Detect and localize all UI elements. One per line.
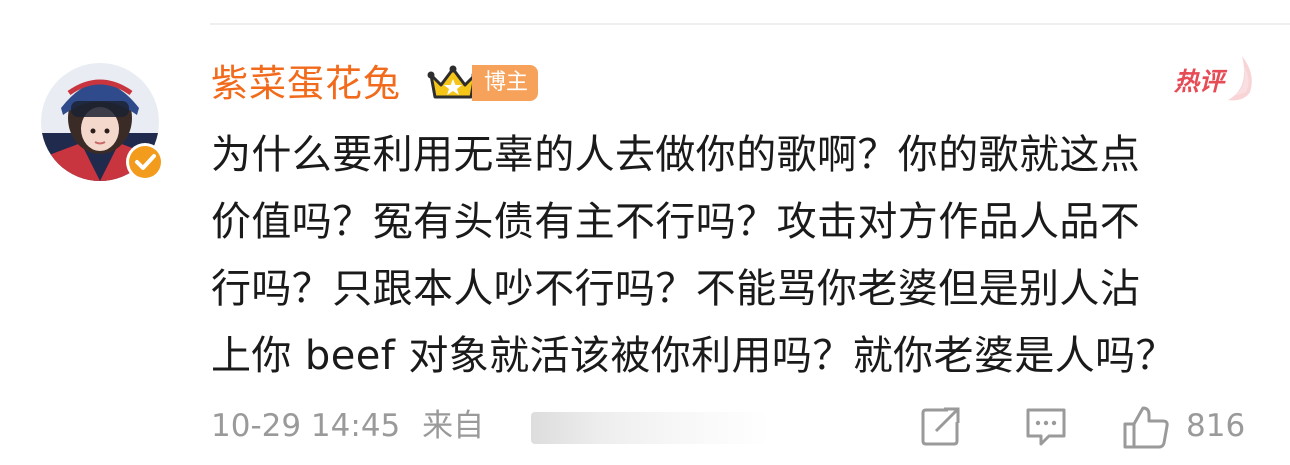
comment-footer: 10-29 14:45 来自 816 [211,400,1271,452]
comment-line: 为什么要利用无辜的人去做你的歌啊？你的歌就这点 [211,132,1141,178]
source-prefix: 来自 [422,408,485,444]
comment-meta: 10-29 14:45 来自 [211,406,484,446]
comment-line: 价值吗？冤有头债有主不行吗？攻击对方作品人品不 [211,199,1141,245]
share-button[interactable] [918,404,964,448]
username[interactable]: 紫菜蛋花兔 [211,58,401,110]
hot-comment-label: 热评 [1174,67,1225,96]
comment-line: 上你 beef 对象就活该被你利用吗？就你老婆是人吗？ [211,333,1176,379]
like-button[interactable] [1121,404,1171,449]
comment-bubble-icon [1026,408,1066,446]
hot-comment-tag: 热评 [1168,48,1258,104]
comment-body: 为什么要利用无辜的人去做你的歌啊？你的歌就这点 价值吗？冤有头债有主不行吗？攻击… [211,122,1256,390]
timestamp: 10-29 14:45 [211,408,401,444]
role-badge: 博主 [472,65,539,101]
verified-check-icon [124,141,166,183]
comment-card: 紫菜蛋花兔 博主 热评 为什么要利用无辜的人去做你的歌啊？你的歌就这点 价值吗？… [0,0,1290,465]
source-obscured [531,412,771,444]
reply-button[interactable] [1023,404,1069,448]
top-divider [210,23,1290,25]
thumbs-up-icon [1123,406,1169,449]
comment-line: 行吗？只跟本人吵不行吗？不能骂你老婆但是别人沾 [211,266,1141,312]
like-count: 816 [1186,408,1246,444]
share-edit-icon [921,407,960,446]
